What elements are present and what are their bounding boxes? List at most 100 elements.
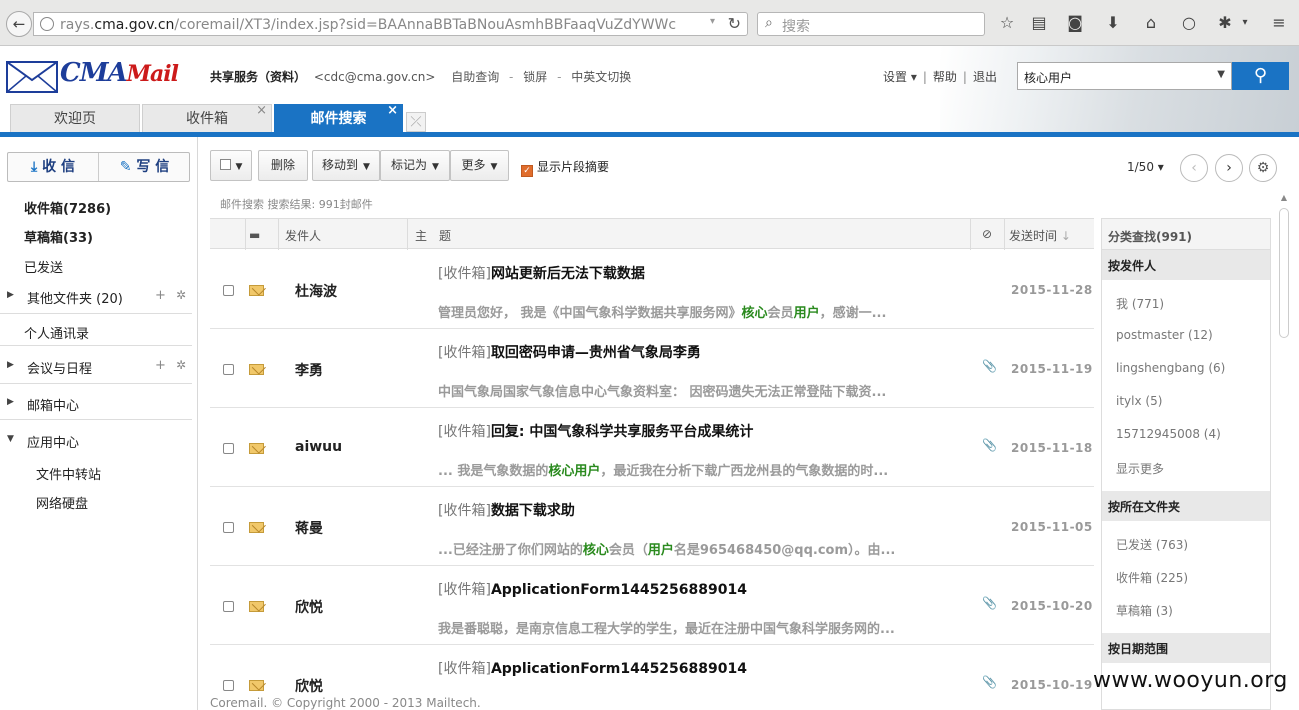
chat-icon[interactable]: ○: [1178, 13, 1200, 32]
by-date-heading[interactable]: 按日期范围: [1102, 633, 1270, 663]
add-icon[interactable]: +: [155, 358, 166, 373]
mail-snippet[interactable]: ...已经注册了你们网站的核心会员（用户名是965468450@qq.com）。…: [438, 539, 968, 558]
select-all-dropdown[interactable]: ▼: [210, 150, 252, 181]
mail-sender[interactable]: 李勇: [295, 360, 323, 380]
next-page-button[interactable]: ›: [1215, 154, 1243, 182]
category-folder-item[interactable]: 已发送 (763): [1116, 536, 1188, 553]
row-checkbox[interactable]: [223, 364, 234, 375]
table-row[interactable]: 欣悦 [收件箱]ApplicationForm1445256889014 📎 2015…: [210, 645, 1094, 698]
mail-snippet[interactable]: 我是番聪聪，是南京信息工程大学的学生，最近在注册中国气象科学服务网的...: [438, 618, 968, 637]
menu-icon[interactable]: ≡: [1268, 13, 1290, 32]
url-bar[interactable]: rays.cma.gov.cn/coremail/XT3/index.jsp?s…: [33, 12, 748, 36]
mail-subject[interactable]: [收件箱]数据下载求助: [438, 500, 968, 520]
mail-subject[interactable]: [收件箱]ApplicationForm1445256889014: [438, 579, 968, 599]
user-info: 共享服务（资料） <cdc@cma.gov.cn> 自助查询 - 锁屏 - 中英…: [210, 70, 632, 84]
envelope-icon: [249, 680, 264, 691]
reading-list-icon[interactable]: ▤: [1028, 13, 1050, 32]
col-sender[interactable]: 发件人: [285, 227, 321, 244]
envelope-logo-icon: [6, 61, 58, 93]
gear-icon[interactable]: ⚙: [1249, 154, 1277, 182]
page-select[interactable]: 1/50 ▾: [1127, 160, 1164, 174]
row-checkbox[interactable]: [223, 443, 234, 454]
show-snippet-checkbox[interactable]: ✓ 显示片段摘要: [521, 158, 609, 177]
table-row[interactable]: 杜海波 [收件箱]网站更新后无法下载数据 管理员您好， 我是《中国气象科学数据共享服…: [210, 250, 1094, 329]
table-row[interactable]: 蒋曼 [收件箱]数据下载求助 ...已经注册了你们网站的核心会员（用户名是96546…: [210, 487, 1094, 566]
home-icon[interactable]: ⌂: [1140, 13, 1162, 32]
row-checkbox[interactable]: [223, 522, 234, 533]
mail-sender[interactable]: aiwuu: [295, 439, 342, 455]
gear-icon[interactable]: ✲: [176, 358, 186, 372]
tab-mail-search[interactable]: 邮件搜索 ×: [274, 103, 403, 132]
back-button[interactable]: ←: [6, 11, 32, 37]
col-subject[interactable]: 主 题: [415, 227, 451, 244]
table-row[interactable]: 李勇 [收件箱]取回密码申请—贵州省气象局李勇 中国气象局国家气象信息中心气象资料室…: [210, 329, 1094, 408]
tab-welcome[interactable]: 欢迎页: [10, 104, 140, 132]
cmamail-logo[interactable]: CMAMail: [2, 56, 198, 100]
table-row[interactable]: 欣悦 [收件箱]ApplicationForm1445256889014 我是番聪聪…: [210, 566, 1094, 645]
mail-sender[interactable]: 蒋曼: [295, 518, 323, 538]
mail-subject[interactable]: [收件箱]ApplicationForm1445256889014: [438, 658, 968, 678]
scroll-up-icon[interactable]: ▲: [1279, 193, 1289, 205]
row-checkbox[interactable]: [223, 285, 234, 296]
scrollbar-thumb[interactable]: [1279, 208, 1289, 338]
category-sender-item[interactable]: postmaster (12): [1116, 328, 1213, 342]
mail-snippet[interactable]: ... 我是气象数据的核心用户，最近我在分析下载广西龙州县的气象数据的时...: [438, 460, 968, 479]
download-icon[interactable]: ⬇: [1102, 13, 1124, 32]
pocket-icon[interactable]: ◙: [1064, 13, 1086, 32]
logout-link[interactable]: 退出: [973, 70, 997, 84]
paperclip-icon[interactable]: ⊘: [982, 227, 992, 241]
reload-icon[interactable]: ↻: [728, 14, 741, 33]
category-sender-item[interactable]: lingshengbang (6): [1116, 361, 1225, 375]
compose-mail-button[interactable]: ✎ 写 信: [99, 153, 190, 181]
language-switch-link[interactable]: 中英文切换: [571, 70, 631, 84]
mail-snippet[interactable]: 管理员您好， 我是《中国气象科学数据共享服务网》核心会员用户，感谢一...: [438, 302, 968, 321]
chevron-down-icon: ▼: [363, 162, 370, 172]
mail-snippet[interactable]: 中国气象局国家气象信息中心气象资料室： 因密码遗失无法正常登陆下载资...: [438, 381, 968, 400]
browser-search-input[interactable]: ⌕ 搜索: [757, 12, 985, 36]
bookmark-star-icon[interactable]: ☆: [996, 13, 1018, 32]
settings-link[interactable]: 设置 ▾: [883, 70, 917, 84]
mark-as-button[interactable]: 标记为 ▼: [380, 150, 450, 181]
category-sender-item[interactable]: itylx (5): [1116, 394, 1162, 408]
mail-sender[interactable]: 杜海波: [295, 281, 337, 301]
table-row[interactable]: aiwuu [收件箱]回复: 中国气象科学共享服务平台成果统计 ... 我是气象数据…: [210, 408, 1094, 487]
close-icon[interactable]: ×: [256, 97, 267, 125]
new-tab-icon[interactable]: ⤫: [406, 112, 426, 132]
col-date[interactable]: 发送时间 ↓: [1009, 227, 1071, 244]
mail-toolbar: ▼ 删除 移动到 ▼ 标记为 ▼ 更多 ▼ ✓ 显示片段摘要 1/50 ▾ ‹ › ⚙: [210, 150, 1280, 182]
category-sender-item[interactable]: 15712945008 (4): [1116, 427, 1221, 441]
row-checkbox[interactable]: [223, 680, 234, 691]
url-dropdown-icon[interactable]: ▾: [710, 16, 715, 27]
gear-icon[interactable]: ✲: [176, 288, 186, 302]
help-link[interactable]: 帮助: [933, 70, 957, 84]
self-query-link[interactable]: 自助查询: [451, 70, 499, 84]
chevron-down-icon[interactable]: ▾: [1234, 17, 1256, 28]
checkbox[interactable]: [219, 159, 231, 170]
row-checkbox[interactable]: [223, 601, 234, 612]
by-sender-heading[interactable]: 按发件人: [1102, 250, 1270, 280]
lock-screen-link[interactable]: 锁屏: [523, 70, 547, 84]
close-icon[interactable]: ×: [387, 97, 398, 125]
receive-mail-button[interactable]: ⤓ 收 信: [8, 153, 99, 181]
show-more-link[interactable]: 显示更多: [1116, 460, 1164, 477]
add-folder-icon[interactable]: +: [155, 288, 166, 303]
search-button[interactable]: ⚲: [1232, 62, 1289, 90]
mail-subject[interactable]: [收件箱]回复: 中国气象科学共享服务平台成果统计: [438, 421, 968, 441]
extension-icon[interactable]: ✱: [1214, 13, 1236, 32]
category-folder-item[interactable]: 草稿箱 (3): [1116, 602, 1173, 619]
mail-sender[interactable]: 欣悦: [295, 676, 323, 696]
mail-sender[interactable]: 欣悦: [295, 597, 323, 617]
search-scope-select[interactable]: 核心用户 ▼: [1017, 62, 1232, 90]
move-to-button[interactable]: 移动到 ▼: [312, 150, 380, 181]
tab-inbox[interactable]: 收件箱 ×: [142, 103, 272, 132]
mail-subject[interactable]: [收件箱]取回密码申请—贵州省气象局李勇: [438, 342, 968, 362]
delete-button[interactable]: 删除: [258, 150, 308, 181]
mail-subject[interactable]: [收件箱]网站更新后无法下载数据: [438, 263, 968, 283]
category-sender-item[interactable]: 我 (771): [1116, 295, 1164, 312]
search-icon: ⚲: [1253, 65, 1268, 86]
category-folder-item[interactable]: 收件箱 (225): [1116, 569, 1188, 586]
more-button[interactable]: 更多 ▼: [450, 150, 509, 181]
by-folder-heading[interactable]: 按所在文件夹: [1102, 491, 1270, 521]
category-panel: 分类查找(991) 按发件人 我 (771) postmaster (12) l…: [1101, 218, 1271, 710]
prev-page-button[interactable]: ‹: [1180, 154, 1208, 182]
